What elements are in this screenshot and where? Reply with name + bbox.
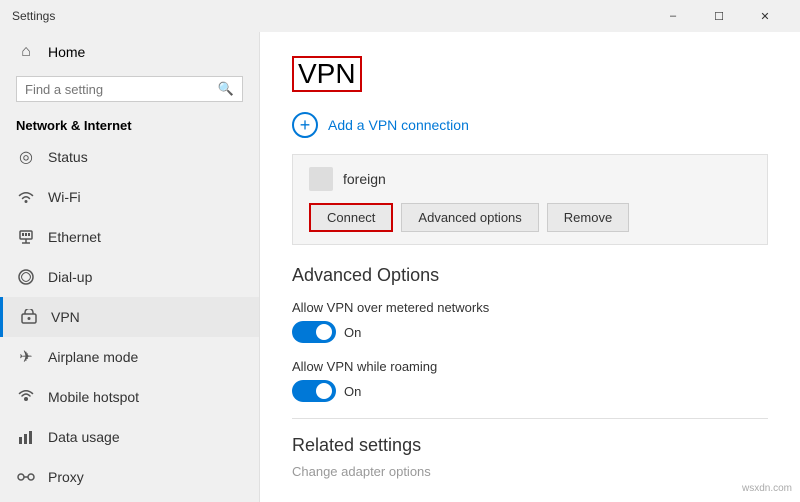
metered-label: Allow VPN over metered networks [292, 300, 768, 315]
remove-button[interactable]: Remove [547, 203, 629, 232]
app-body: ⌂ Home 🔍 Network & Internet ◎ Status Wi-… [0, 32, 800, 502]
main-panel: VPN + Add a VPN connection foreign Conne… [260, 32, 800, 502]
vpn-icon [19, 307, 39, 327]
sidebar-item-status[interactable]: ◎ Status [0, 137, 259, 177]
proxy-icon [16, 467, 36, 487]
roaming-toggle[interactable] [292, 380, 336, 402]
airplane-icon: ✈ [16, 347, 36, 367]
sidebar-item-airplane[interactable]: ✈ Airplane mode [0, 337, 259, 377]
search-input[interactable] [25, 82, 218, 97]
sidebar-home-label: Home [48, 44, 85, 60]
close-button[interactable]: ✕ [742, 0, 788, 32]
sidebar-item-vpn[interactable]: VPN [0, 297, 259, 337]
sidebar-item-label: Data usage [48, 429, 120, 445]
sidebar-item-label: VPN [51, 309, 80, 325]
metered-state: On [344, 325, 361, 340]
ethernet-icon [16, 227, 36, 247]
related-settings-heading: Related settings [292, 435, 768, 456]
sidebar-section-title: Network & Internet [0, 110, 259, 137]
plus-icon: + [292, 112, 318, 138]
roaming-toggle-control: On [292, 380, 768, 402]
sidebar-item-label: Ethernet [48, 229, 101, 245]
metered-toggle-control: On [292, 321, 768, 343]
sidebar-item-label: Dial-up [48, 269, 92, 285]
sidebar-item-label: Status [48, 149, 88, 165]
home-icon: ⌂ [16, 42, 36, 62]
metered-toggle-row: Allow VPN over metered networks On [292, 300, 768, 343]
datausage-icon [16, 427, 36, 447]
add-vpn-row[interactable]: + Add a VPN connection [292, 112, 768, 138]
add-vpn-label: Add a VPN connection [328, 117, 469, 133]
search-box: 🔍 [16, 76, 243, 102]
change-adapter-link[interactable]: Change adapter options [292, 464, 768, 479]
watermark: wsxdn.com [742, 483, 792, 494]
minimize-button[interactable]: – [650, 0, 696, 32]
sidebar: ⌂ Home 🔍 Network & Internet ◎ Status Wi-… [0, 32, 260, 502]
sidebar-item-ethernet[interactable]: Ethernet [0, 217, 259, 257]
sidebar-item-datausage[interactable]: Data usage [0, 417, 259, 457]
hotspot-icon [16, 387, 36, 407]
vpn-card-name: foreign [309, 167, 751, 191]
roaming-toggle-row: Allow VPN while roaming On [292, 359, 768, 402]
divider [292, 418, 768, 419]
sidebar-item-label: Proxy [48, 469, 84, 485]
sidebar-item-label: Airplane mode [48, 349, 138, 365]
roaming-label: Allow VPN while roaming [292, 359, 768, 374]
page-title: VPN [292, 56, 362, 92]
sidebar-item-home[interactable]: ⌂ Home [0, 32, 259, 72]
sidebar-item-proxy[interactable]: Proxy [0, 457, 259, 497]
sidebar-item-label: Wi-Fi [48, 189, 81, 205]
metered-toggle[interactable] [292, 321, 336, 343]
search-icon: 🔍 [218, 81, 234, 97]
vpn-card: foreign Connect Advanced options Remove [292, 154, 768, 245]
dialup-icon [16, 267, 36, 287]
connect-button[interactable]: Connect [309, 203, 393, 232]
maximize-button[interactable]: ☐ [696, 0, 742, 32]
sidebar-item-label: Mobile hotspot [48, 389, 139, 405]
status-icon: ◎ [16, 147, 36, 167]
sidebar-item-hotspot[interactable]: Mobile hotspot [0, 377, 259, 417]
vpn-connection-name: foreign [343, 171, 386, 187]
roaming-state: On [344, 384, 361, 399]
advanced-options-button[interactable]: Advanced options [401, 203, 538, 232]
titlebar-title: Settings [12, 9, 650, 23]
sidebar-item-dialup[interactable]: Dial-up [0, 257, 259, 297]
wifi-icon [16, 187, 36, 207]
titlebar: Settings – ☐ ✕ [0, 0, 800, 32]
vpn-card-icon [309, 167, 333, 191]
sidebar-item-wifi[interactable]: Wi-Fi [0, 177, 259, 217]
vpn-card-buttons: Connect Advanced options Remove [309, 203, 751, 232]
titlebar-controls: – ☐ ✕ [650, 0, 788, 32]
advanced-options-heading: Advanced Options [292, 265, 768, 286]
